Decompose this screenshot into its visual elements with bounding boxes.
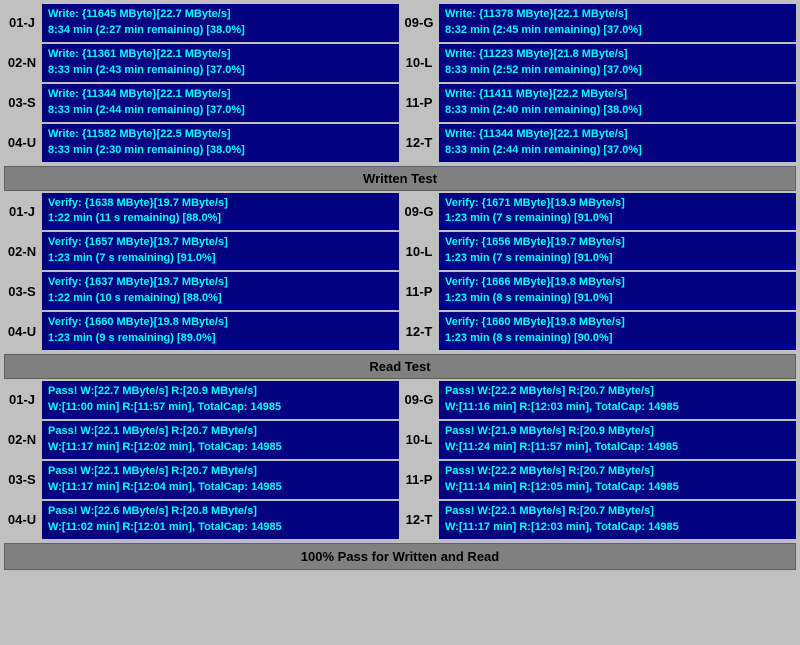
cell-id-label: 04-U <box>4 312 40 350</box>
cell-content: Pass! W:[22.7 MByte/s] R:[20.9 MByte/s] … <box>42 381 399 419</box>
cell-content: Write: {11378 MByte}[22.1 MByte/s]8:32 m… <box>439 4 796 42</box>
cell-content: Pass! W:[22.2 MByte/s] R:[20.7 MByte/s] … <box>439 461 796 499</box>
cell-id-label: 02-N <box>4 44 40 82</box>
cell-content: Verify: {1671 MByte}[19.9 MByte/s]1:23 m… <box>439 193 796 231</box>
cell-id-label: 01-J <box>4 193 40 231</box>
cell-content: Verify: {1637 MByte}[19.7 MByte/s]1:22 m… <box>42 272 399 310</box>
cell-content: Verify: {1660 MByte}[19.8 MByte/s]1:23 m… <box>439 312 796 350</box>
cell-id-label: 09-G <box>401 193 437 231</box>
table-row: 02-NWrite: {11361 MByte}[22.1 MByte/s]8:… <box>4 44 796 82</box>
verify-section: 01-JVerify: {1638 MByte}[19.7 MByte/s]1:… <box>4 193 796 380</box>
cell-content: Pass! W:[22.1 MByte/s] R:[20.7 MByte/s] … <box>42 421 399 459</box>
footer-status: 100% Pass for Written and Read <box>4 543 796 570</box>
cell-id-label: 02-N <box>4 232 40 270</box>
cell-id-label: 01-J <box>4 381 40 419</box>
cell-content: Write: {11582 MByte}[22.5 MByte/s]8:33 m… <box>42 124 399 162</box>
cell-id-label: 09-G <box>401 4 437 42</box>
cell-id-label: 03-S <box>4 272 40 310</box>
read-test-header: Read Test <box>4 354 796 379</box>
cell-content: Write: {11645 MByte}[22.7 MByte/s]8:34 m… <box>42 4 399 42</box>
cell-content: Verify: {1638 MByte}[19.7 MByte/s]1:22 m… <box>42 193 399 231</box>
cell-content: Verify: {1657 MByte}[19.7 MByte/s]1:23 m… <box>42 232 399 270</box>
cell-content: Pass! W:[22.1 MByte/s] R:[20.7 MByte/s] … <box>42 461 399 499</box>
cell-id-label: 11-P <box>401 84 437 122</box>
main-container: 01-JWrite: {11645 MByte}[22.7 MByte/s]8:… <box>0 0 800 574</box>
cell-id-label: 10-L <box>401 44 437 82</box>
verify-rows: 01-JVerify: {1638 MByte}[19.7 MByte/s]1:… <box>4 193 796 351</box>
write-rows: 01-JWrite: {11645 MByte}[22.7 MByte/s]8:… <box>4 4 796 162</box>
cell-content: Pass! W:[22.1 MByte/s] R:[20.7 MByte/s] … <box>439 501 796 539</box>
cell-content: Verify: {1656 MByte}[19.7 MByte/s]1:23 m… <box>439 232 796 270</box>
table-row: 03-SVerify: {1637 MByte}[19.7 MByte/s]1:… <box>4 272 796 310</box>
cell-id-label: 10-L <box>401 421 437 459</box>
cell-id-label: 11-P <box>401 272 437 310</box>
cell-id-label: 04-U <box>4 124 40 162</box>
table-row: 01-JWrite: {11645 MByte}[22.7 MByte/s]8:… <box>4 4 796 42</box>
table-row: 01-JVerify: {1638 MByte}[19.7 MByte/s]1:… <box>4 193 796 231</box>
cell-id-label: 01-J <box>4 4 40 42</box>
cell-id-label: 12-T <box>401 501 437 539</box>
cell-id-label: 02-N <box>4 421 40 459</box>
cell-content: Write: {11344 MByte}[22.1 MByte/s]8:33 m… <box>439 124 796 162</box>
cell-content: Pass! W:[21.9 MByte/s] R:[20.9 MByte/s] … <box>439 421 796 459</box>
table-row: 04-UWrite: {11582 MByte}[22.5 MByte/s]8:… <box>4 124 796 162</box>
table-row: 03-SPass! W:[22.1 MByte/s] R:[20.7 MByte… <box>4 461 796 499</box>
pass-rows: 01-JPass! W:[22.7 MByte/s] R:[20.9 MByte… <box>4 381 796 539</box>
cell-content: Pass! W:[22.6 MByte/s] R:[20.8 MByte/s] … <box>42 501 399 539</box>
table-row: 02-NVerify: {1657 MByte}[19.7 MByte/s]1:… <box>4 232 796 270</box>
cell-content: Pass! W:[22.2 MByte/s] R:[20.7 MByte/s] … <box>439 381 796 419</box>
table-row: 03-SWrite: {11344 MByte}[22.1 MByte/s]8:… <box>4 84 796 122</box>
cell-content: Write: {11361 MByte}[22.1 MByte/s]8:33 m… <box>42 44 399 82</box>
cell-id-label: 12-T <box>401 312 437 350</box>
cell-content: Verify: {1666 MByte}[19.8 MByte/s]1:23 m… <box>439 272 796 310</box>
table-row: 04-UPass! W:[22.6 MByte/s] R:[20.8 MByte… <box>4 501 796 539</box>
cell-id-label: 11-P <box>401 461 437 499</box>
cell-id-label: 09-G <box>401 381 437 419</box>
written-test-header: Written Test <box>4 166 796 191</box>
cell-id-label: 10-L <box>401 232 437 270</box>
cell-content: Write: {11344 MByte}[22.1 MByte/s]8:33 m… <box>42 84 399 122</box>
pass-section: 01-JPass! W:[22.7 MByte/s] R:[20.9 MByte… <box>4 381 796 539</box>
cell-id-label: 03-S <box>4 84 40 122</box>
table-row: 02-NPass! W:[22.1 MByte/s] R:[20.7 MByte… <box>4 421 796 459</box>
cell-id-label: 03-S <box>4 461 40 499</box>
cell-id-label: 12-T <box>401 124 437 162</box>
cell-content: Write: {11411 MByte}[22.2 MByte/s]8:33 m… <box>439 84 796 122</box>
write-section: 01-JWrite: {11645 MByte}[22.7 MByte/s]8:… <box>4 4 796 191</box>
cell-content: Write: {11223 MByte}[21.8 MByte/s]8:33 m… <box>439 44 796 82</box>
cell-content: Verify: {1660 MByte}[19.8 MByte/s]1:23 m… <box>42 312 399 350</box>
table-row: 04-UVerify: {1660 MByte}[19.8 MByte/s]1:… <box>4 312 796 350</box>
cell-id-label: 04-U <box>4 501 40 539</box>
table-row: 01-JPass! W:[22.7 MByte/s] R:[20.9 MByte… <box>4 381 796 419</box>
